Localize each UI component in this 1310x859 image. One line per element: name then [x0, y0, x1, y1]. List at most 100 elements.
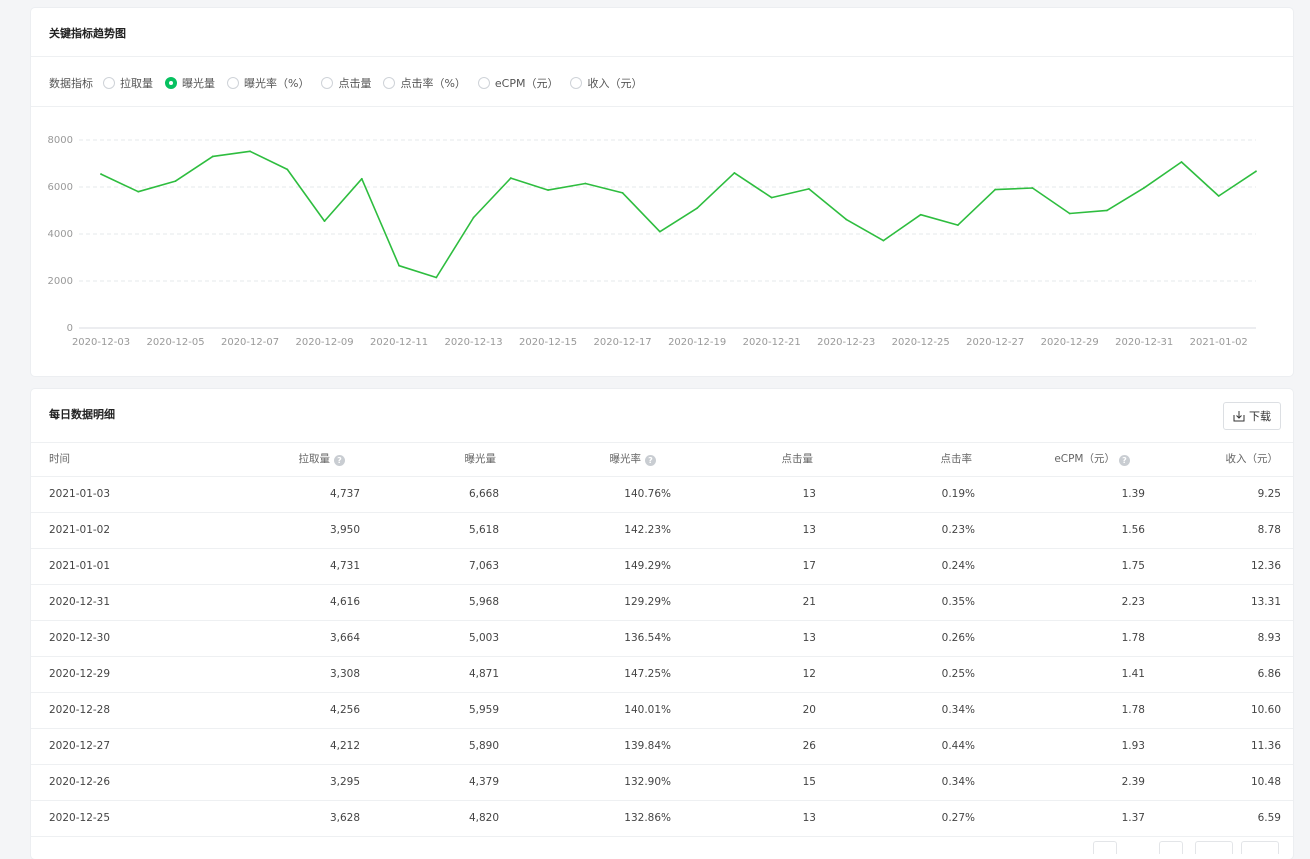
x-tick-label: 2020-12-19 — [668, 337, 726, 348]
cell-impression-rate: 139.84% — [624, 740, 671, 752]
cell-impression-rate: 129.29% — [624, 596, 671, 608]
cell-click-rate: 0.26% — [941, 632, 975, 644]
metric-option[interactable]: eCPM（元） — [477, 75, 559, 91]
cell-impressions: 5,890 — [468, 740, 499, 752]
x-tick-label: 2020-12-15 — [519, 337, 577, 348]
help-icon[interactable]: ? — [1119, 455, 1130, 466]
header-label: 点击量 — [781, 453, 814, 465]
data-point — [286, 168, 289, 171]
data-point — [137, 190, 140, 193]
metric-option[interactable]: 曝光量 — [165, 75, 215, 91]
radio-icon[interactable] — [227, 77, 239, 89]
data-point — [621, 191, 624, 194]
table-row: 2020-12-29 3,308 4,871 147.25% 12 0.25% 1.41 6.… — [31, 657, 1293, 693]
header-col-pulls: 拉取量? — [299, 443, 345, 476]
data-point — [1031, 187, 1034, 189]
cell-click-rate: 0.19% — [941, 488, 975, 500]
metric-option-label: 收入（元） — [587, 77, 643, 90]
help-icon[interactable]: ? — [334, 455, 345, 466]
pager-prev-button[interactable] — [1093, 841, 1117, 854]
trend-card: 关键指标趋势图 数据指标 拉取量 曝光量 曝光率（%） 点击量 点击率（%） eCPM（元… — [31, 8, 1293, 376]
x-tick-label: 2020-12-21 — [743, 337, 801, 348]
cell-pulls: 3,950 — [329, 524, 360, 536]
metric-option[interactable]: 点击率（%） — [383, 75, 466, 91]
table-row: 2020-12-31 4,616 5,968 129.29% 21 0.35% 2.23 13… — [31, 585, 1293, 621]
trend-line-chart: 0 2000 4000 6000 8000 2020-12-03 2020-12-05 202… — [48, 135, 1257, 348]
cell-impression-rate: 132.86% — [624, 812, 671, 824]
cell-clicks: 21 — [802, 596, 816, 608]
table-row: 2020-12-27 4,212 5,890 139.84% 26 0.44% 1.93 11… — [31, 729, 1293, 765]
x-tick-label: 2021-01-02 — [1190, 337, 1248, 348]
cell-ecpm: 1.37 — [1121, 812, 1145, 824]
radio-checked-icon[interactable] — [165, 77, 177, 89]
cell-clicks: 13 — [802, 488, 816, 500]
cell-pulls: 3,664 — [329, 632, 360, 644]
radio-icon[interactable] — [103, 77, 115, 89]
data-point — [658, 230, 661, 233]
x-tick-label: 2020-12-23 — [817, 337, 875, 348]
cell-revenue: 10.60 — [1250, 704, 1281, 716]
cell-impressions: 5,618 — [468, 524, 499, 536]
cell-time: 2020-12-28 — [49, 704, 111, 716]
header-col-ecpm: eCPM（元）? — [1054, 443, 1130, 476]
radio-icon[interactable] — [383, 77, 396, 89]
cell-pulls: 4,737 — [329, 488, 360, 500]
radio-icon[interactable] — [321, 77, 334, 89]
cell-time: 2021-01-02 — [49, 524, 111, 536]
cell-impressions: 4,871 — [468, 668, 499, 680]
cell-time: 2020-12-31 — [49, 596, 111, 608]
data-point — [770, 196, 773, 199]
detail-title: 每日数据明细 — [49, 408, 115, 421]
data-point — [919, 213, 922, 216]
radio-icon[interactable] — [570, 77, 583, 89]
y-tick-label: 6000 — [48, 182, 73, 193]
metric-option[interactable]: 点击量 — [321, 75, 371, 91]
header-label: 点击率 — [940, 453, 973, 465]
metric-option[interactable]: 拉取量 — [103, 75, 153, 91]
cell-pulls: 4,731 — [329, 560, 360, 572]
cell-revenue: 9.25 — [1257, 488, 1281, 500]
radio-icon[interactable] — [477, 77, 490, 89]
data-point — [547, 189, 549, 191]
cell-pulls: 3,295 — [329, 776, 360, 788]
data-point — [509, 177, 512, 179]
download-button[interactable]: 下载 — [1223, 402, 1281, 430]
data-point — [249, 150, 251, 153]
cell-ecpm: 2.23 — [1121, 596, 1145, 608]
cell-impression-rate: 132.90% — [624, 776, 671, 788]
cell-impression-rate: 142.23% — [624, 524, 671, 536]
metric-option-label: 曝光率（%） — [244, 77, 310, 90]
cell-impression-rate: 149.29% — [624, 560, 671, 572]
cell-clicks: 13 — [802, 524, 816, 536]
table-row: 2021-01-01 4,731 7,063 149.29% 17 0.24% 1.75 12… — [31, 549, 1293, 585]
x-tick-label: 2020-12-29 — [1041, 337, 1099, 348]
metric-option[interactable]: 收入（元） — [570, 75, 642, 91]
help-icon[interactable]: ? — [645, 455, 656, 466]
pager-page-button[interactable] — [1159, 841, 1183, 854]
x-tick-label: 2020-12-31 — [1115, 337, 1173, 348]
series-line — [100, 150, 1257, 279]
cell-click-rate: 0.23% — [941, 524, 975, 536]
metric-option[interactable]: 曝光率（%） — [227, 75, 309, 91]
metric-option-label: eCPM（元） — [494, 77, 559, 90]
header-label: 收入（元） — [1225, 453, 1279, 465]
cell-time: 2020-12-27 — [49, 740, 111, 752]
data-point — [360, 177, 363, 180]
table-row: 2020-12-30 3,664 5,003 136.54% 13 0.26% 1.78 8.… — [31, 621, 1293, 657]
divider — [31, 56, 1293, 57]
cell-ecpm: 1.56 — [1121, 524, 1145, 536]
cell-impression-rate: 140.76% — [624, 488, 671, 500]
cell-impression-rate: 140.01% — [624, 704, 671, 716]
cell-revenue: 11.36 — [1250, 740, 1281, 752]
cell-click-rate: 0.24% — [941, 560, 975, 572]
table-row: 2020-12-25 3,628 4,820 132.86% 13 0.27% 1.37 6.… — [31, 801, 1293, 837]
cell-pulls: 3,628 — [329, 812, 360, 824]
pager-size-select[interactable] — [1195, 841, 1233, 854]
cell-impression-rate: 147.25% — [624, 668, 671, 680]
cell-click-rate: 0.35% — [941, 596, 975, 608]
cell-time: 2020-12-29 — [49, 668, 111, 680]
header-col-revenue: 收入（元） — [1226, 443, 1279, 476]
pager-jump-input[interactable] — [1241, 841, 1279, 854]
data-point — [957, 224, 959, 226]
cell-impressions: 5,968 — [468, 596, 499, 608]
